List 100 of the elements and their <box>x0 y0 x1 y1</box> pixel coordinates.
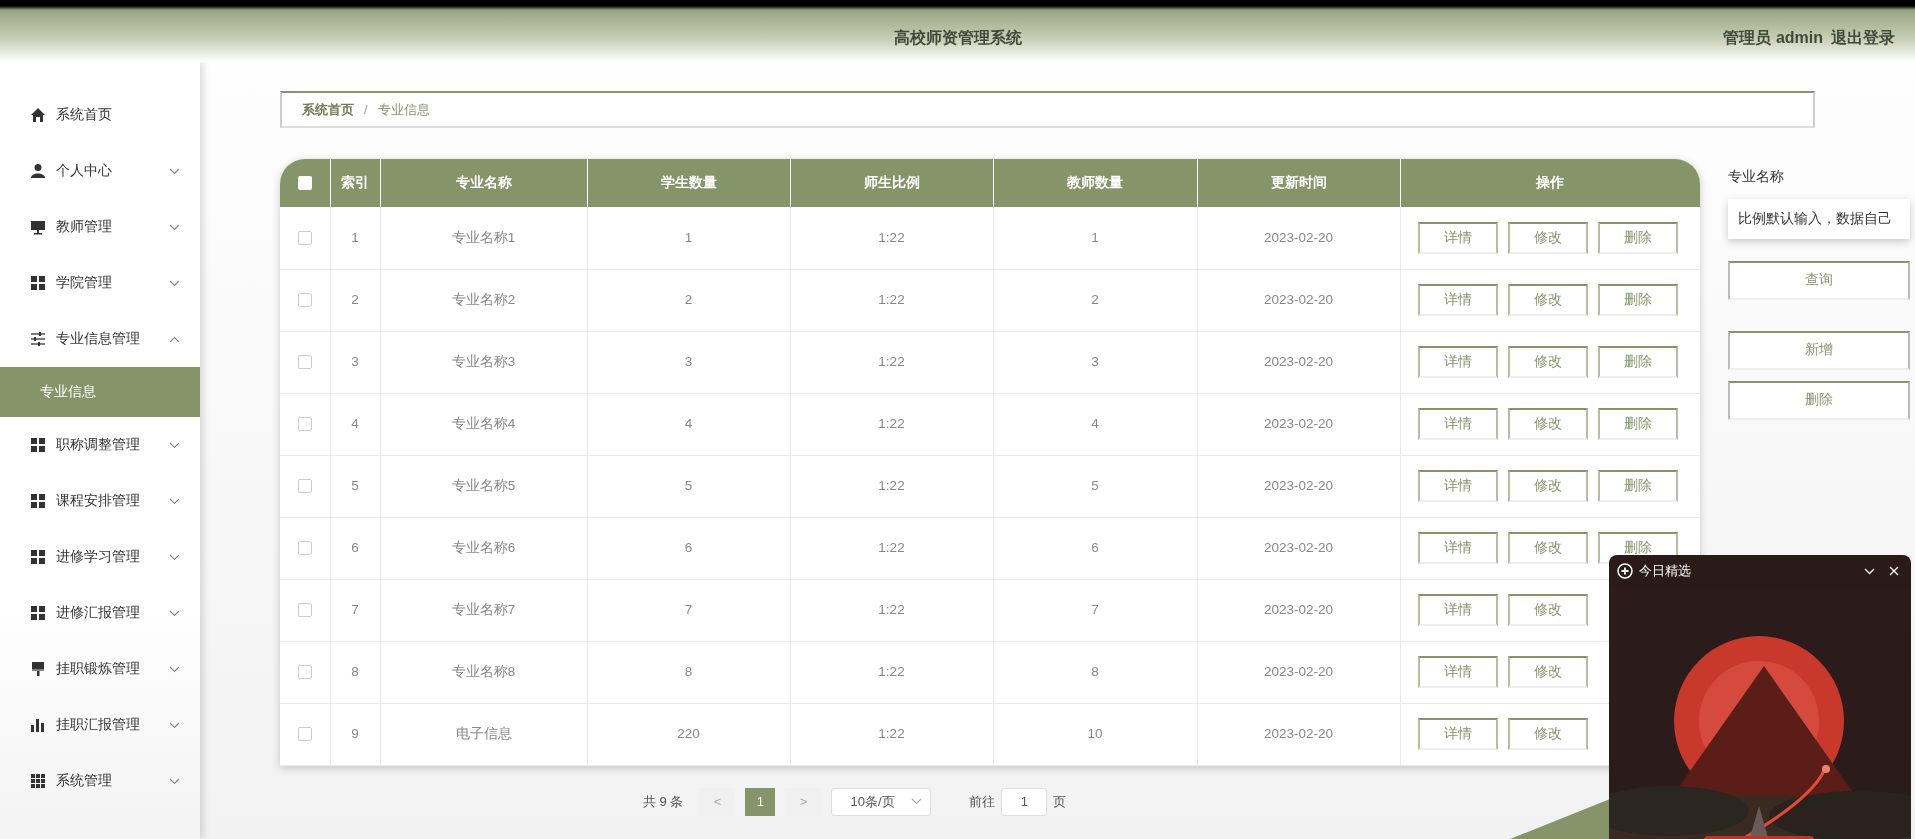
apps-icon <box>30 773 46 789</box>
sidebar-item[interactable]: 教师管理 <box>0 199 200 255</box>
edit-button[interactable]: 修改 <box>1507 470 1588 502</box>
table-cell: 3 <box>1091 353 1099 369</box>
details-button[interactable]: 详情 <box>1417 594 1498 626</box>
delete-button[interactable]: 删除 <box>1728 381 1910 420</box>
delete-button[interactable]: 删除 <box>1597 346 1678 378</box>
details-button[interactable]: 详情 <box>1417 656 1498 688</box>
row-checkbox[interactable] <box>297 293 312 308</box>
search-field[interactable]: 比例默认输入，数据自己 <box>1728 199 1910 239</box>
sidebar-item[interactable]: 课程安排管理 <box>0 473 200 529</box>
column-header: 师生比例 <box>863 174 920 190</box>
breadcrumb-item: 专业信息 <box>377 100 430 119</box>
row-checkbox[interactable] <box>297 417 312 432</box>
table-cell: 专业名称8 <box>451 663 516 679</box>
table-cell: 6 <box>1091 539 1099 555</box>
table-cell: 2023-02-20 <box>1263 601 1334 617</box>
row-checkbox[interactable] <box>297 603 312 618</box>
table-cell: 专业名称3 <box>451 353 516 369</box>
total-count: 共 9 条 <box>643 792 684 811</box>
logout-link[interactable]: 退出登录 <box>1831 26 1895 50</box>
table-cell: 5 <box>351 477 359 493</box>
sidebar-item[interactable]: 专业信息管理 <box>0 311 200 367</box>
sidebar-item[interactable]: 挂职锻炼管理 <box>0 641 200 697</box>
home-icon <box>30 107 46 123</box>
row-checkbox[interactable] <box>297 665 312 680</box>
edit-button[interactable]: 修改 <box>1507 532 1588 564</box>
breadcrumb-item[interactable]: 系统首页 <box>302 99 354 120</box>
table-cell: 1 <box>1091 229 1099 245</box>
table-cell: 1:22 <box>878 477 905 493</box>
row-checkbox[interactable] <box>297 355 312 370</box>
details-button[interactable]: 详情 <box>1417 221 1498 254</box>
sidebar-item[interactable]: 进修汇报管理 <box>0 585 200 641</box>
page-input[interactable]: 1 <box>1001 787 1048 816</box>
select-all-checkbox[interactable] <box>297 176 312 191</box>
table-cell: 2023-02-20 <box>1263 415 1334 431</box>
details-button[interactable]: 详情 <box>1417 718 1498 750</box>
row-checkbox[interactable] <box>297 541 312 556</box>
details-button[interactable]: 详情 <box>1417 284 1498 316</box>
sidebar-item[interactable]: 学院管理 <box>0 255 200 311</box>
details-button[interactable]: 详情 <box>1417 408 1498 440</box>
table-cell: 2 <box>684 291 693 307</box>
table-cell: 1:22 <box>878 415 905 431</box>
close-icon[interactable] <box>1889 566 1899 576</box>
table-cell: 220 <box>677 725 700 741</box>
table-cell: 7 <box>684 601 693 617</box>
sliders-icon <box>30 331 46 347</box>
page-size-select[interactable]: 10条/页 <box>831 787 932 816</box>
row-checkbox[interactable] <box>297 479 312 494</box>
brush-icon <box>30 661 46 677</box>
column-header: 索引 <box>341 174 369 190</box>
grid-icon <box>30 549 46 565</box>
table-cell: 5 <box>1091 477 1099 493</box>
sidebar-item[interactable]: 进修学习管理 <box>0 529 200 585</box>
sidebar-subitem[interactable]: 专业信息 <box>0 367 200 417</box>
sidebar-item[interactable]: 系统管理 <box>0 753 200 809</box>
sidebar-item[interactable]: 职称调整管理 <box>0 417 200 473</box>
monitor-icon <box>30 219 46 235</box>
sidebar-item[interactable]: 系统首页 <box>0 87 200 143</box>
details-button[interactable]: 详情 <box>1417 470 1498 502</box>
query-button[interactable]: 查询 <box>1728 261 1910 300</box>
table-cell: 2023-02-20 <box>1263 353 1334 369</box>
delete-button[interactable]: 删除 <box>1597 284 1678 316</box>
table-cell: 8 <box>684 663 693 679</box>
field-label: 专业名称 <box>1728 168 1785 186</box>
table-cell: 9 <box>351 725 359 741</box>
plus-circle-icon <box>1617 563 1633 579</box>
table-cell: 3 <box>684 353 693 369</box>
delete-button[interactable]: 删除 <box>1597 470 1678 502</box>
column-header: 教师数量 <box>1067 174 1123 190</box>
table-cell: 2023-02-20 <box>1263 291 1334 307</box>
edit-button[interactable]: 修改 <box>1507 346 1588 378</box>
column-header: 专业名称 <box>455 174 512 190</box>
delete-button[interactable]: 删除 <box>1597 408 1678 440</box>
sidebar-item[interactable]: 个人中心 <box>0 143 200 199</box>
edit-button[interactable]: 修改 <box>1507 718 1588 750</box>
table-cell: 7 <box>1091 601 1099 617</box>
details-button[interactable]: 详情 <box>1417 532 1498 564</box>
sidebar-item[interactable]: 挂职汇报管理 <box>0 697 200 753</box>
table-cell: 2 <box>1091 291 1099 307</box>
table-cell: 6 <box>684 539 693 555</box>
edit-button[interactable]: 修改 <box>1507 408 1588 440</box>
chevron-down-icon[interactable] <box>1864 567 1875 575</box>
bar-chart-icon <box>30 717 46 733</box>
add-button[interactable]: 新增 <box>1728 331 1910 370</box>
table-cell: 专业名称5 <box>451 477 516 493</box>
edit-button[interactable]: 修改 <box>1507 284 1588 316</box>
edit-button[interactable]: 修改 <box>1507 656 1588 688</box>
table-cell: 2023-02-20 <box>1263 539 1334 555</box>
grid-icon <box>30 437 46 453</box>
row-checkbox[interactable] <box>297 231 312 246</box>
details-button[interactable]: 详情 <box>1417 346 1498 378</box>
column-header: 更新时间 <box>1270 174 1327 190</box>
edit-button[interactable]: 修改 <box>1507 221 1588 254</box>
row-checkbox[interactable] <box>297 727 312 742</box>
page-button[interactable]: 1 <box>745 787 776 816</box>
table-cell: 2023-02-20 <box>1263 229 1334 245</box>
edit-button[interactable]: 修改 <box>1507 594 1588 626</box>
popup-title: 今日精选 <box>1639 562 1691 580</box>
delete-button[interactable]: 删除 <box>1597 221 1678 254</box>
